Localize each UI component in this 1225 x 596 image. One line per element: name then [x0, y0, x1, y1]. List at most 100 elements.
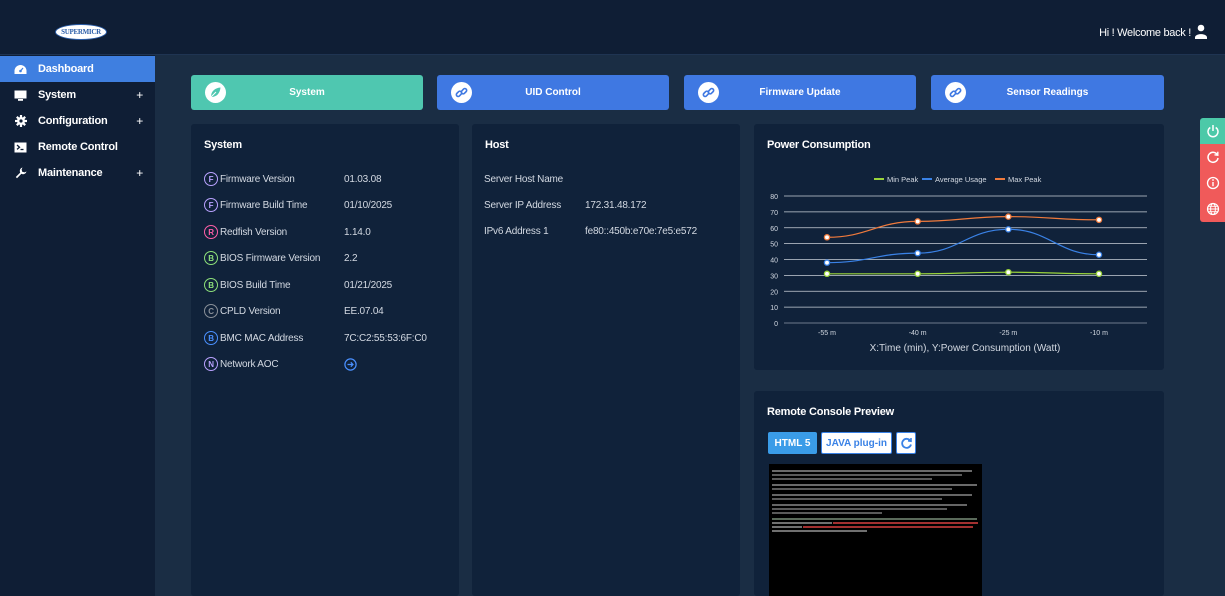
- sidebar-item-label: Configuration: [38, 115, 108, 127]
- info-value: 2.2: [344, 253, 358, 264]
- link-icon: [698, 82, 719, 103]
- info-value: 01/21/2025: [344, 280, 393, 291]
- wrench-icon: [14, 167, 27, 180]
- sidebar-item-label: Remote Control: [38, 141, 118, 153]
- arrow-right-circle-icon[interactable]: [344, 358, 357, 371]
- info-row-network-aoc: N Network AOC: [204, 356, 279, 372]
- y-tick-label: 10: [770, 305, 778, 312]
- supermicro-logo[interactable]: SUPERMICR: [55, 24, 107, 40]
- tab-system[interactable]: System: [191, 75, 423, 110]
- y-tick-label: 80: [770, 194, 778, 201]
- console-preview-screen[interactable]: [769, 464, 982, 596]
- series-line: [826, 228, 1100, 264]
- expand-icon[interactable]: +: [136, 88, 143, 102]
- reset-button[interactable]: [1200, 144, 1225, 170]
- host-value: fe80::450b:e70e:7e5:e572: [585, 226, 697, 237]
- expand-icon[interactable]: +: [136, 114, 143, 128]
- sidebar: Dashboard System + Configuration + Remot…: [0, 55, 155, 596]
- y-tick-label: 70: [770, 210, 778, 217]
- refresh-icon: [900, 437, 912, 449]
- legend-label: Average Usage: [935, 175, 987, 184]
- legend-label: Min Peak: [887, 175, 919, 184]
- data-point: [914, 218, 921, 225]
- gear-icon: [14, 115, 27, 128]
- sidebar-item-configuration[interactable]: Configuration +: [0, 108, 155, 134]
- host-panel: Host Server Host Name Server IP Address …: [472, 124, 740, 596]
- data-point: [823, 234, 831, 241]
- language-button[interactable]: [1200, 196, 1225, 222]
- link-icon: [451, 82, 472, 103]
- tab-firmware-update[interactable]: Firmware Update: [684, 75, 916, 110]
- x-tick-label: -55 m: [818, 330, 836, 337]
- legend-label: Max Peak: [1008, 175, 1042, 184]
- y-tick-label: 20: [770, 289, 778, 296]
- power-chart: 0 10 20 30 40 50 60 70 80 -55 m -40 m -25 m -10 m X:T…: [770, 175, 1147, 354]
- info-row-firmware-build-time: F Firmware Build Time: [204, 197, 308, 213]
- panel-title: System: [204, 139, 242, 151]
- panel-title: Remote Console Preview: [767, 406, 895, 418]
- logo-text: SUPERMICR: [61, 28, 101, 36]
- sidebar-item-dashboard[interactable]: Dashboard: [0, 56, 155, 82]
- power-icon: [1206, 125, 1219, 138]
- y-tick-label: 30: [770, 273, 778, 280]
- info-value: 1.14.0: [344, 227, 371, 238]
- tab-sensor-readings[interactable]: Sensor Readings: [931, 75, 1164, 110]
- firmware-badge-icon: F: [204, 172, 218, 186]
- host-label: Server Host Name: [484, 174, 564, 185]
- html5-button[interactable]: HTML 5: [768, 432, 817, 454]
- data-point: [1005, 213, 1012, 220]
- info-row-redfish-version: R Redfish Version: [204, 224, 287, 240]
- tab-label: UID Control: [525, 87, 581, 98]
- java-plugin-button[interactable]: JAVA plug-in: [821, 432, 892, 454]
- welcome-text: Hi ! Welcome back !: [1099, 27, 1191, 39]
- bmc-badge-icon: B: [204, 331, 218, 345]
- tab-uid-control[interactable]: UID Control: [437, 75, 669, 110]
- info-value: 01/10/2025: [344, 200, 393, 211]
- series-line: [827, 271, 1100, 275]
- globe-icon: [1206, 202, 1219, 216]
- refresh-button[interactable]: [896, 432, 916, 454]
- sidebar-item-label: System: [38, 89, 76, 101]
- data-point: [1005, 226, 1012, 233]
- series-line: [826, 216, 1100, 238]
- info-value: 01.03.08: [344, 174, 382, 185]
- host-label: Server IP Address: [484, 200, 562, 211]
- info-label: BIOS Firmware Version: [220, 252, 321, 264]
- info-label: BIOS Build Time: [220, 279, 291, 291]
- sidebar-item-label: Maintenance: [38, 167, 103, 179]
- info-label: CPLD Version: [220, 305, 281, 317]
- host-label: IPv6 Address 1: [484, 226, 549, 237]
- data-point: [914, 270, 921, 278]
- data-point: [1095, 251, 1103, 258]
- panel-title: Host: [485, 139, 509, 151]
- sidebar-item-remote-control[interactable]: Remote Control: [0, 134, 155, 160]
- sidebar-item-maintenance[interactable]: Maintenance +: [0, 160, 155, 186]
- system-panel: System F Firmware Version 01.03.08 F Fir…: [191, 124, 459, 596]
- info-label: BMC MAC Address: [220, 332, 304, 344]
- expand-icon[interactable]: +: [136, 166, 143, 180]
- power-consumption-panel: Power Consumption 0 10 20 30 40 50 60 70 80 -55 m…: [754, 124, 1164, 370]
- info-button[interactable]: [1200, 170, 1225, 196]
- info-row-bios-build-time: B BIOS Build Time: [204, 277, 291, 293]
- data-point: [1095, 216, 1103, 224]
- y-tick-label: 60: [770, 226, 778, 233]
- sidebar-item-label: Dashboard: [38, 63, 94, 75]
- data-point: [823, 270, 831, 278]
- app-root: SUPERMICR Hi ! Welcome back ! Dashboard …: [0, 0, 1225, 596]
- redfish-badge-icon: R: [204, 225, 218, 239]
- dashboard-icon: [14, 63, 27, 76]
- terminal-icon: [14, 141, 27, 154]
- x-tick-label: -10 m: [1090, 330, 1108, 337]
- info-icon: [1206, 176, 1219, 190]
- y-tick-label: 40: [770, 258, 778, 265]
- info-row-bios-firmware-version: B BIOS Firmware Version: [204, 250, 320, 266]
- sidebar-item-system[interactable]: System +: [0, 82, 155, 108]
- info-value: EE.07.04: [344, 306, 384, 317]
- power-button[interactable]: [1200, 118, 1225, 144]
- user-icon[interactable]: [1195, 24, 1207, 39]
- network-badge-icon: N: [204, 357, 218, 371]
- x-tick-label: -40 m: [909, 330, 927, 337]
- y-tick-label: 50: [770, 242, 778, 249]
- data-point: [914, 249, 921, 257]
- tab-label: Firmware Update: [759, 87, 841, 98]
